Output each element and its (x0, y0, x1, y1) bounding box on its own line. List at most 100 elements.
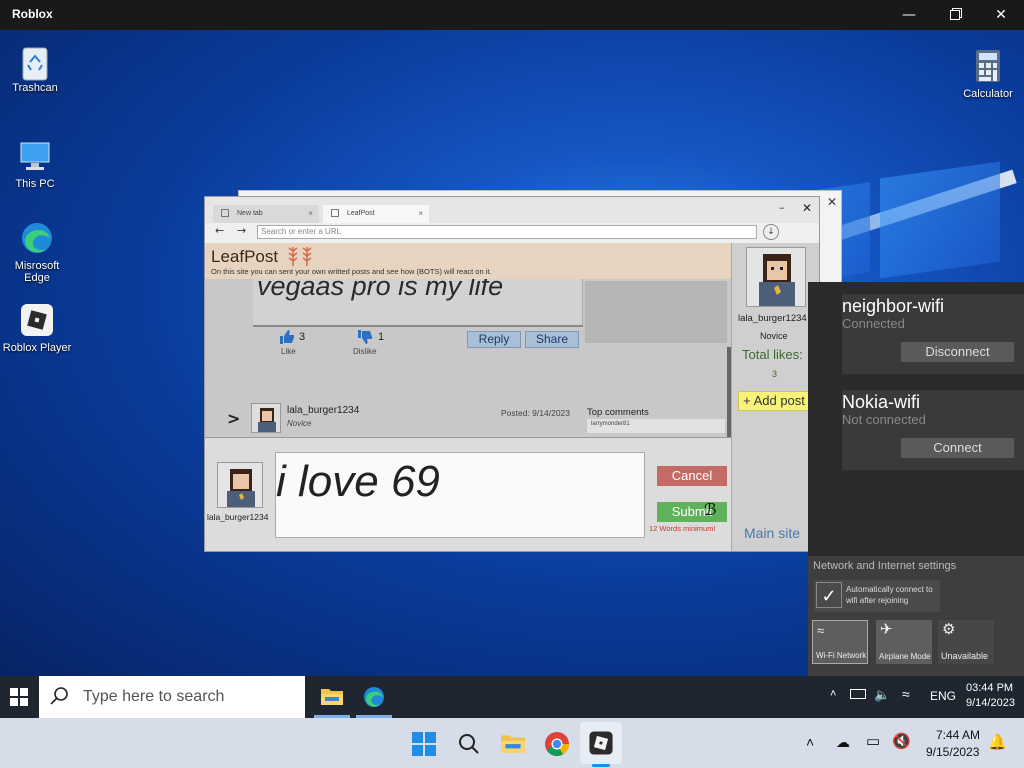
minimize-icon: — (902, 7, 916, 23)
close-icon[interactable]: × (308, 209, 313, 218)
connect-button[interactable]: Connect (901, 438, 1014, 458)
site-header: LeafPost On this site you can sent your … (205, 243, 731, 279)
network-status: Not connected (842, 412, 926, 427)
like-count: 3 (299, 331, 306, 343)
minimize-icon[interactable]: – (779, 201, 785, 214)
next-post-username[interactable]: lala_burger1234 (287, 405, 359, 416)
post-text: vegaas pro is my life (257, 279, 504, 301)
post-composer: lala_burger1234 i love 69 Cancel Submit … (205, 437, 731, 551)
network-settings-link[interactable]: Network and Internet settings (813, 560, 956, 572)
tab-leafpost[interactable]: LeafPost × (323, 205, 429, 223)
desktop-icon-label: This PC (15, 178, 55, 190)
desktop-icon-roblox[interactable]: Roblox Player (2, 302, 72, 354)
tile-label: Airplane Mode (879, 652, 931, 661)
close-icon: ✕ (995, 7, 1007, 23)
close-icon[interactable]: ✕ (802, 201, 812, 215)
game-taskbar: Type here to search ˄ 🔈 ≈ ENG 03:44 PM 9… (0, 676, 1024, 718)
desktop-icon-calculator[interactable]: Calculator (953, 48, 1023, 100)
dislike-count: 1 (378, 331, 385, 343)
windows-start-icon[interactable] (412, 732, 436, 760)
main-site-link[interactable]: Main site (744, 525, 800, 541)
desktop-icon-label: Misrosoft Edge (14, 260, 60, 284)
post-comments-box (585, 281, 727, 343)
network-status: Connected (842, 316, 905, 331)
clock-time[interactable]: 7:44 AM (936, 728, 980, 742)
desktop-icon-this-pc[interactable]: This PC (0, 138, 70, 190)
edge-icon (19, 220, 55, 256)
network-item[interactable]: neighbor-wifi Connected Disconnect (842, 294, 1024, 374)
add-post-button[interactable]: + Add post (738, 391, 810, 411)
windows-start-icon[interactable] (10, 688, 28, 710)
file-explorer-icon[interactable] (500, 732, 526, 758)
notification-bell-icon[interactable]: 🔔 (988, 733, 1007, 751)
tab-new-tab[interactable]: New tab × (213, 205, 319, 223)
file-explorer-icon[interactable] (320, 686, 344, 710)
next-post-arrow[interactable]: > (227, 409, 240, 428)
clock-time[interactable]: 03:44 PM (966, 682, 1013, 694)
back-arrow-icon[interactable]: ← (215, 224, 224, 237)
maximize-button[interactable] (932, 0, 978, 30)
disconnect-button[interactable]: Disconnect (901, 342, 1014, 362)
thumbs-down-icon[interactable] (357, 329, 373, 349)
url-input[interactable]: Search or enter a URL (257, 225, 757, 239)
network-icon[interactable]: ▭ (866, 732, 880, 750)
computer-icon (17, 138, 53, 174)
desktop-icon-trashcan[interactable]: Trashcan (0, 42, 70, 94)
next-post-date: Posted: 9/14/2023 (501, 408, 571, 418)
tile-label: Wi-Fi Network (816, 651, 867, 660)
search-icon (49, 686, 69, 710)
avatar (746, 247, 806, 307)
search-box[interactable]: Type here to search (39, 676, 305, 718)
desktop-icon-edge[interactable]: Misrosoft Edge (2, 220, 72, 284)
checkbox-checked-icon[interactable]: ✓ (816, 582, 842, 608)
tab-label: LeafPost (347, 210, 375, 217)
download-icon[interactable]: ↓ (763, 224, 779, 240)
auto-connect-option[interactable]: ✓ Automatically connect to wifi after re… (814, 580, 940, 612)
wifi-icon[interactable]: ≈ (902, 686, 910, 702)
site-title: LeafPost (211, 247, 279, 266)
restore-icon (950, 10, 960, 20)
network-item[interactable]: Nokia-wifi Not connected Connect (842, 390, 1024, 470)
tile-wifi-network[interactable]: ≈ Wi-Fi Network (812, 620, 868, 664)
post-feed[interactable]: vegaas pro is my life 3 Like 1 Dislike R… (205, 279, 731, 439)
close-window-button[interactable]: ✕ (978, 0, 1024, 30)
host-taskbar: ˄ ☁ ▭ 🔇 7:44 AM 9/15/2023 🔔 (0, 718, 1024, 768)
word-minimum-hint: 12 Words minimum! (649, 524, 716, 533)
edge-icon[interactable] (362, 685, 386, 713)
close-icon[interactable]: ✕ (827, 195, 837, 209)
close-icon[interactable]: × (418, 209, 423, 218)
text-cursor-icon: ℬ (704, 500, 717, 519)
search-icon[interactable] (457, 732, 481, 760)
speaker-muted-icon[interactable]: 🔇 (892, 732, 911, 750)
recycle-bin-icon (17, 42, 53, 81)
forward-arrow-icon[interactable]: → (237, 224, 246, 237)
desktop-icon-label: Roblox Player (2, 342, 72, 354)
reply-button[interactable]: Reply (467, 331, 521, 348)
language-indicator[interactable]: ENG (930, 689, 956, 703)
profile-rank: Novice (760, 331, 788, 341)
commenter-name: larrymonder81 (591, 421, 630, 427)
clock-date[interactable]: 9/14/2023 (966, 697, 1015, 709)
next-post-rank: Novice (287, 419, 312, 428)
chrome-icon[interactable] (544, 731, 570, 761)
clock-date[interactable]: 9/15/2023 (926, 745, 979, 759)
avatar (217, 462, 263, 508)
chevron-up-icon[interactable]: ˄ (830, 688, 836, 700)
profile-username: lala_burger1234 (738, 313, 807, 324)
wifi-icon: ≈ (817, 623, 825, 638)
onedrive-icon[interactable]: ☁ (836, 734, 850, 751)
battery-icon[interactable] (850, 689, 866, 699)
speaker-icon[interactable]: 🔈 (874, 687, 890, 703)
roblox-icon[interactable] (588, 730, 614, 760)
site-description: On this site you can sent your own writt… (211, 267, 492, 276)
thumbs-up-icon[interactable] (279, 329, 295, 349)
cancel-button[interactable]: Cancel (657, 466, 727, 486)
network-name: neighbor-wifi (842, 296, 945, 316)
top-comments-label: Top comments (587, 407, 649, 418)
chevron-up-icon[interactable]: ˄ (806, 734, 814, 750)
tile-airplane-mode[interactable]: ✈ Airplane Mode (876, 620, 932, 664)
post-text-input[interactable]: i love 69 (275, 452, 645, 538)
minimize-button[interactable]: — (886, 0, 932, 30)
like-label: Like (281, 347, 296, 356)
share-button[interactable]: Share (525, 331, 579, 348)
